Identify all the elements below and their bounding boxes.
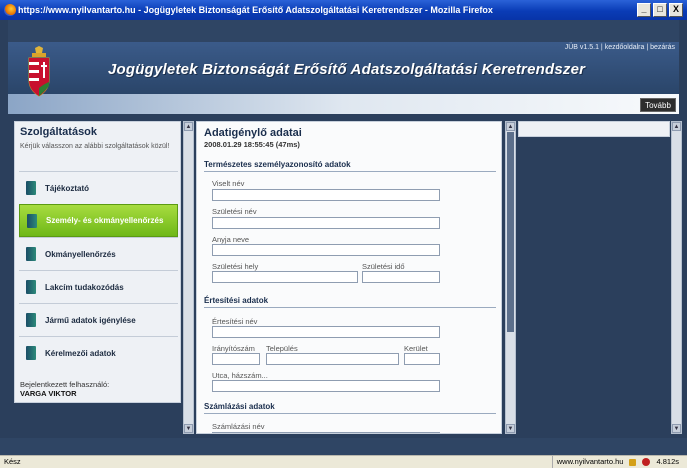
logged-in-label: Bejelentkezett felhasználó:	[20, 380, 110, 389]
firefox-icon	[4, 4, 16, 16]
hungarian-crest-logo	[28, 46, 50, 97]
section-personal: Természetes személyazonosító adatok	[204, 160, 496, 172]
label-ertesitesi-nev: Értesítési név	[212, 317, 258, 326]
services-description: Kérjük válasszon az alábbi szolgáltatáso…	[20, 143, 170, 150]
scroll-up-button[interactable]: ▲	[506, 122, 515, 131]
yslow-icon[interactable]	[642, 458, 651, 466]
anyja-neve-input[interactable]	[212, 244, 440, 256]
next-button[interactable]: Tovább	[640, 98, 676, 112]
form-datetime: 2008.01.29 18:55:45 (47ms)	[204, 140, 300, 149]
document-icon	[26, 313, 36, 327]
form-title: Adatigénylő adatai	[204, 127, 302, 139]
nav-item-label: Okmányellenőrzés	[45, 249, 116, 259]
maximize-button[interactable]: □	[653, 3, 667, 17]
scroll-up-button[interactable]: ▲	[184, 122, 193, 131]
label-kerulet: Kerület	[404, 344, 428, 353]
label-iranyitoszam: Irányítószám	[212, 344, 255, 353]
requester-form-panel: Adatigénylő adatai 2008.01.29 18:55:45 (…	[196, 121, 502, 434]
minimize-button[interactable]: _	[637, 3, 651, 17]
status-timing: 4.812s	[656, 457, 679, 466]
nav-item-lakcim-tudakozodas[interactable]: Lakcím tudakozódás	[19, 270, 178, 303]
label-anyja-neve: Anyja neve	[212, 235, 250, 244]
section-billing: Számlázási adatok	[204, 402, 496, 414]
nav-item-tajekoztato[interactable]: Tájékoztató	[19, 171, 178, 204]
close-button[interactable]: X	[669, 3, 683, 17]
document-icon	[27, 213, 37, 228]
label-szuletesi-nev: Születési név	[212, 207, 257, 216]
document-icon	[26, 247, 36, 261]
kerulet-input[interactable]	[404, 353, 440, 365]
label-telepules: Település	[266, 344, 298, 353]
right-scrollbar[interactable]: ▲ ▼	[671, 121, 682, 434]
scroll-down-button[interactable]: ▼	[672, 424, 681, 433]
nav-item-label: Kérelmezői adatok	[45, 348, 116, 358]
status-right: www.nyilvantarto.hu 4.812s	[551, 456, 679, 468]
nav-item-label: Személy- és okmányellenőrzés	[46, 216, 164, 225]
logged-in-user: VARGA VIKTOR	[20, 389, 77, 398]
header-links[interactable]: JÜB v1.5.1 | kezdőoldalra | bezárás	[565, 44, 675, 51]
scroll-down-button[interactable]: ▼	[184, 424, 193, 433]
szuletesi-hely-input[interactable]	[212, 271, 358, 283]
scroll-up-button[interactable]: ▲	[672, 122, 681, 131]
right-panel	[518, 121, 670, 137]
szuletesi-nev-input[interactable]	[212, 217, 440, 229]
nav-item-szemely-okmanyellenorzes[interactable]: Személy- és okmányellenőrzés	[19, 204, 178, 237]
left-scrollbar[interactable]: ▲ ▼	[183, 121, 194, 434]
app-footer-band	[0, 438, 687, 455]
label-szuletesi-ido: Születési idő	[362, 262, 405, 271]
services-title: Szolgáltatások	[20, 126, 98, 138]
utca-input[interactable]	[212, 380, 440, 392]
ertesitesi-nev-input[interactable]	[212, 326, 440, 338]
nav-item-kerelmezoi-adatok[interactable]: Kérelmezői adatok	[19, 336, 178, 369]
window-controls: _ □ X	[637, 3, 683, 17]
nav-item-label: Jármű adatok igénylése	[45, 315, 136, 325]
section-notify: Értesítési adatok	[204, 296, 496, 308]
document-icon	[26, 181, 36, 195]
szuletesi-ido-input[interactable]	[362, 271, 440, 283]
header-strip	[8, 94, 679, 114]
nav-item-label: Tájékoztató	[45, 183, 90, 193]
nav-item-label: Lakcím tudakozódás	[45, 282, 124, 292]
window-titlebar: https://www.nyilvantarto.hu - Jogügylete…	[0, 0, 687, 20]
viselt-nev-input[interactable]	[212, 189, 440, 201]
scroll-thumb[interactable]	[507, 132, 514, 332]
label-szuletesi-hely: Születési hely	[212, 262, 259, 271]
nav-item-jarmu-adatok[interactable]: Jármű adatok igénylése	[19, 303, 178, 336]
window-title: https://www.nyilvantarto.hu - Jogügylete…	[18, 5, 493, 15]
status-text: Kész	[4, 457, 21, 466]
iranyitoszam-input[interactable]	[212, 353, 260, 365]
scroll-down-button[interactable]: ▼	[506, 424, 515, 433]
logged-in-info: Bejelentkezett felhasználó: VARGA VIKTOR	[20, 380, 109, 398]
label-viselt-nev: Viselt név	[212, 179, 245, 188]
status-domain: www.nyilvantarto.hu	[551, 456, 623, 468]
services-nav: Tájékoztató Személy- és okmányellenőrzés…	[19, 171, 178, 369]
label-szamlazasi-nev: Számlázási név	[212, 422, 265, 431]
middle-scrollbar[interactable]: ▲ ▼	[505, 121, 516, 434]
app-top-band	[8, 20, 679, 42]
lock-icon[interactable]	[629, 458, 637, 466]
document-icon	[26, 346, 36, 360]
label-utca: Utca, házszám...	[212, 371, 268, 380]
browser-statusbar: Kész www.nyilvantarto.hu 4.812s	[0, 455, 687, 468]
nav-item-okmanyellenorzes[interactable]: Okmányellenőrzés	[19, 237, 178, 270]
document-icon	[26, 280, 36, 294]
services-panel: Szolgáltatások Kérjük válasszon az alább…	[14, 121, 181, 403]
telepules-input[interactable]	[266, 353, 399, 365]
site-title: Jogügyletek Biztonságát Erősítő Adatszol…	[108, 61, 586, 78]
szamlazasi-nev-input[interactable]	[212, 432, 440, 433]
